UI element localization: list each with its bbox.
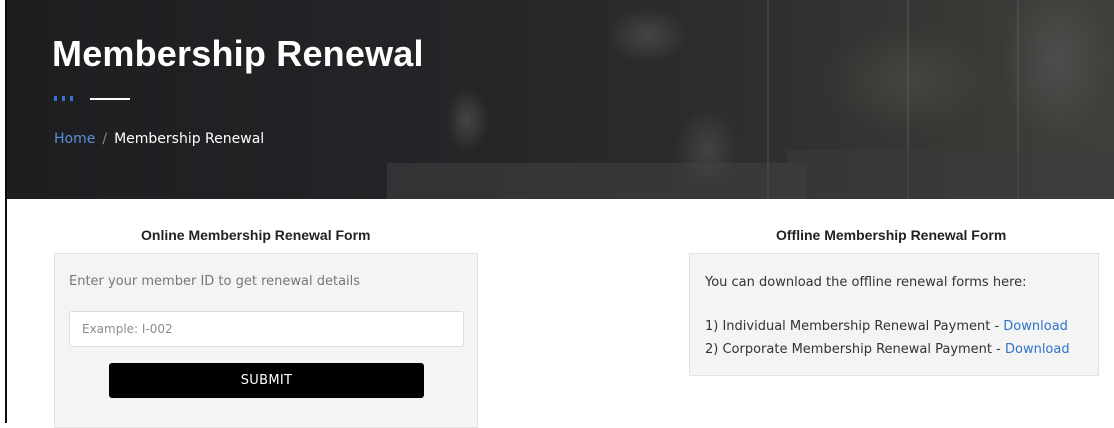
individual-download-link[interactable]: Download xyxy=(1003,319,1068,334)
hero-banner: Membership Renewal Home / Membership Renew… xyxy=(7,0,1114,199)
member-id-hint: Enter your member ID to get renewal deta… xyxy=(69,274,361,289)
offline-renewal-forms: You can download the offline renewal for… xyxy=(689,253,1099,376)
breadcrumb-separator: / xyxy=(102,131,108,147)
offline-intro-text: You can download the offline renewal for… xyxy=(705,275,1027,290)
list-item: 1) Individual Membership Renewal Payment… xyxy=(705,319,1068,334)
title-decoration-dots xyxy=(54,96,73,101)
list-item: 2) Corporate Membership Renewal Payment … xyxy=(705,342,1070,357)
breadcrumb-home-link[interactable]: Home xyxy=(54,131,95,147)
page-left-border xyxy=(0,0,7,423)
corporate-download-link[interactable]: Download xyxy=(1005,342,1070,357)
breadcrumb-current: Membership Renewal xyxy=(114,131,265,147)
online-form-title: Online Membership Renewal Form xyxy=(141,227,371,243)
submit-button[interactable]: SUBMIT xyxy=(109,363,424,398)
member-id-input[interactable] xyxy=(69,311,464,347)
corporate-renewal-label: 2) Corporate Membership Renewal Payment … xyxy=(705,342,1005,357)
background-desk xyxy=(787,150,1114,199)
page-title: Membership Renewal xyxy=(52,33,424,74)
breadcrumb: Home / Membership Renewal xyxy=(54,131,264,147)
title-decoration-line xyxy=(90,98,130,100)
background-desk xyxy=(387,163,807,199)
individual-renewal-label: 1) Individual Membership Renewal Payment… xyxy=(705,319,1004,334)
offline-form-title: Offline Membership Renewal Form xyxy=(776,227,1007,243)
online-renewal-form: Enter your member ID to get renewal deta… xyxy=(54,253,478,428)
